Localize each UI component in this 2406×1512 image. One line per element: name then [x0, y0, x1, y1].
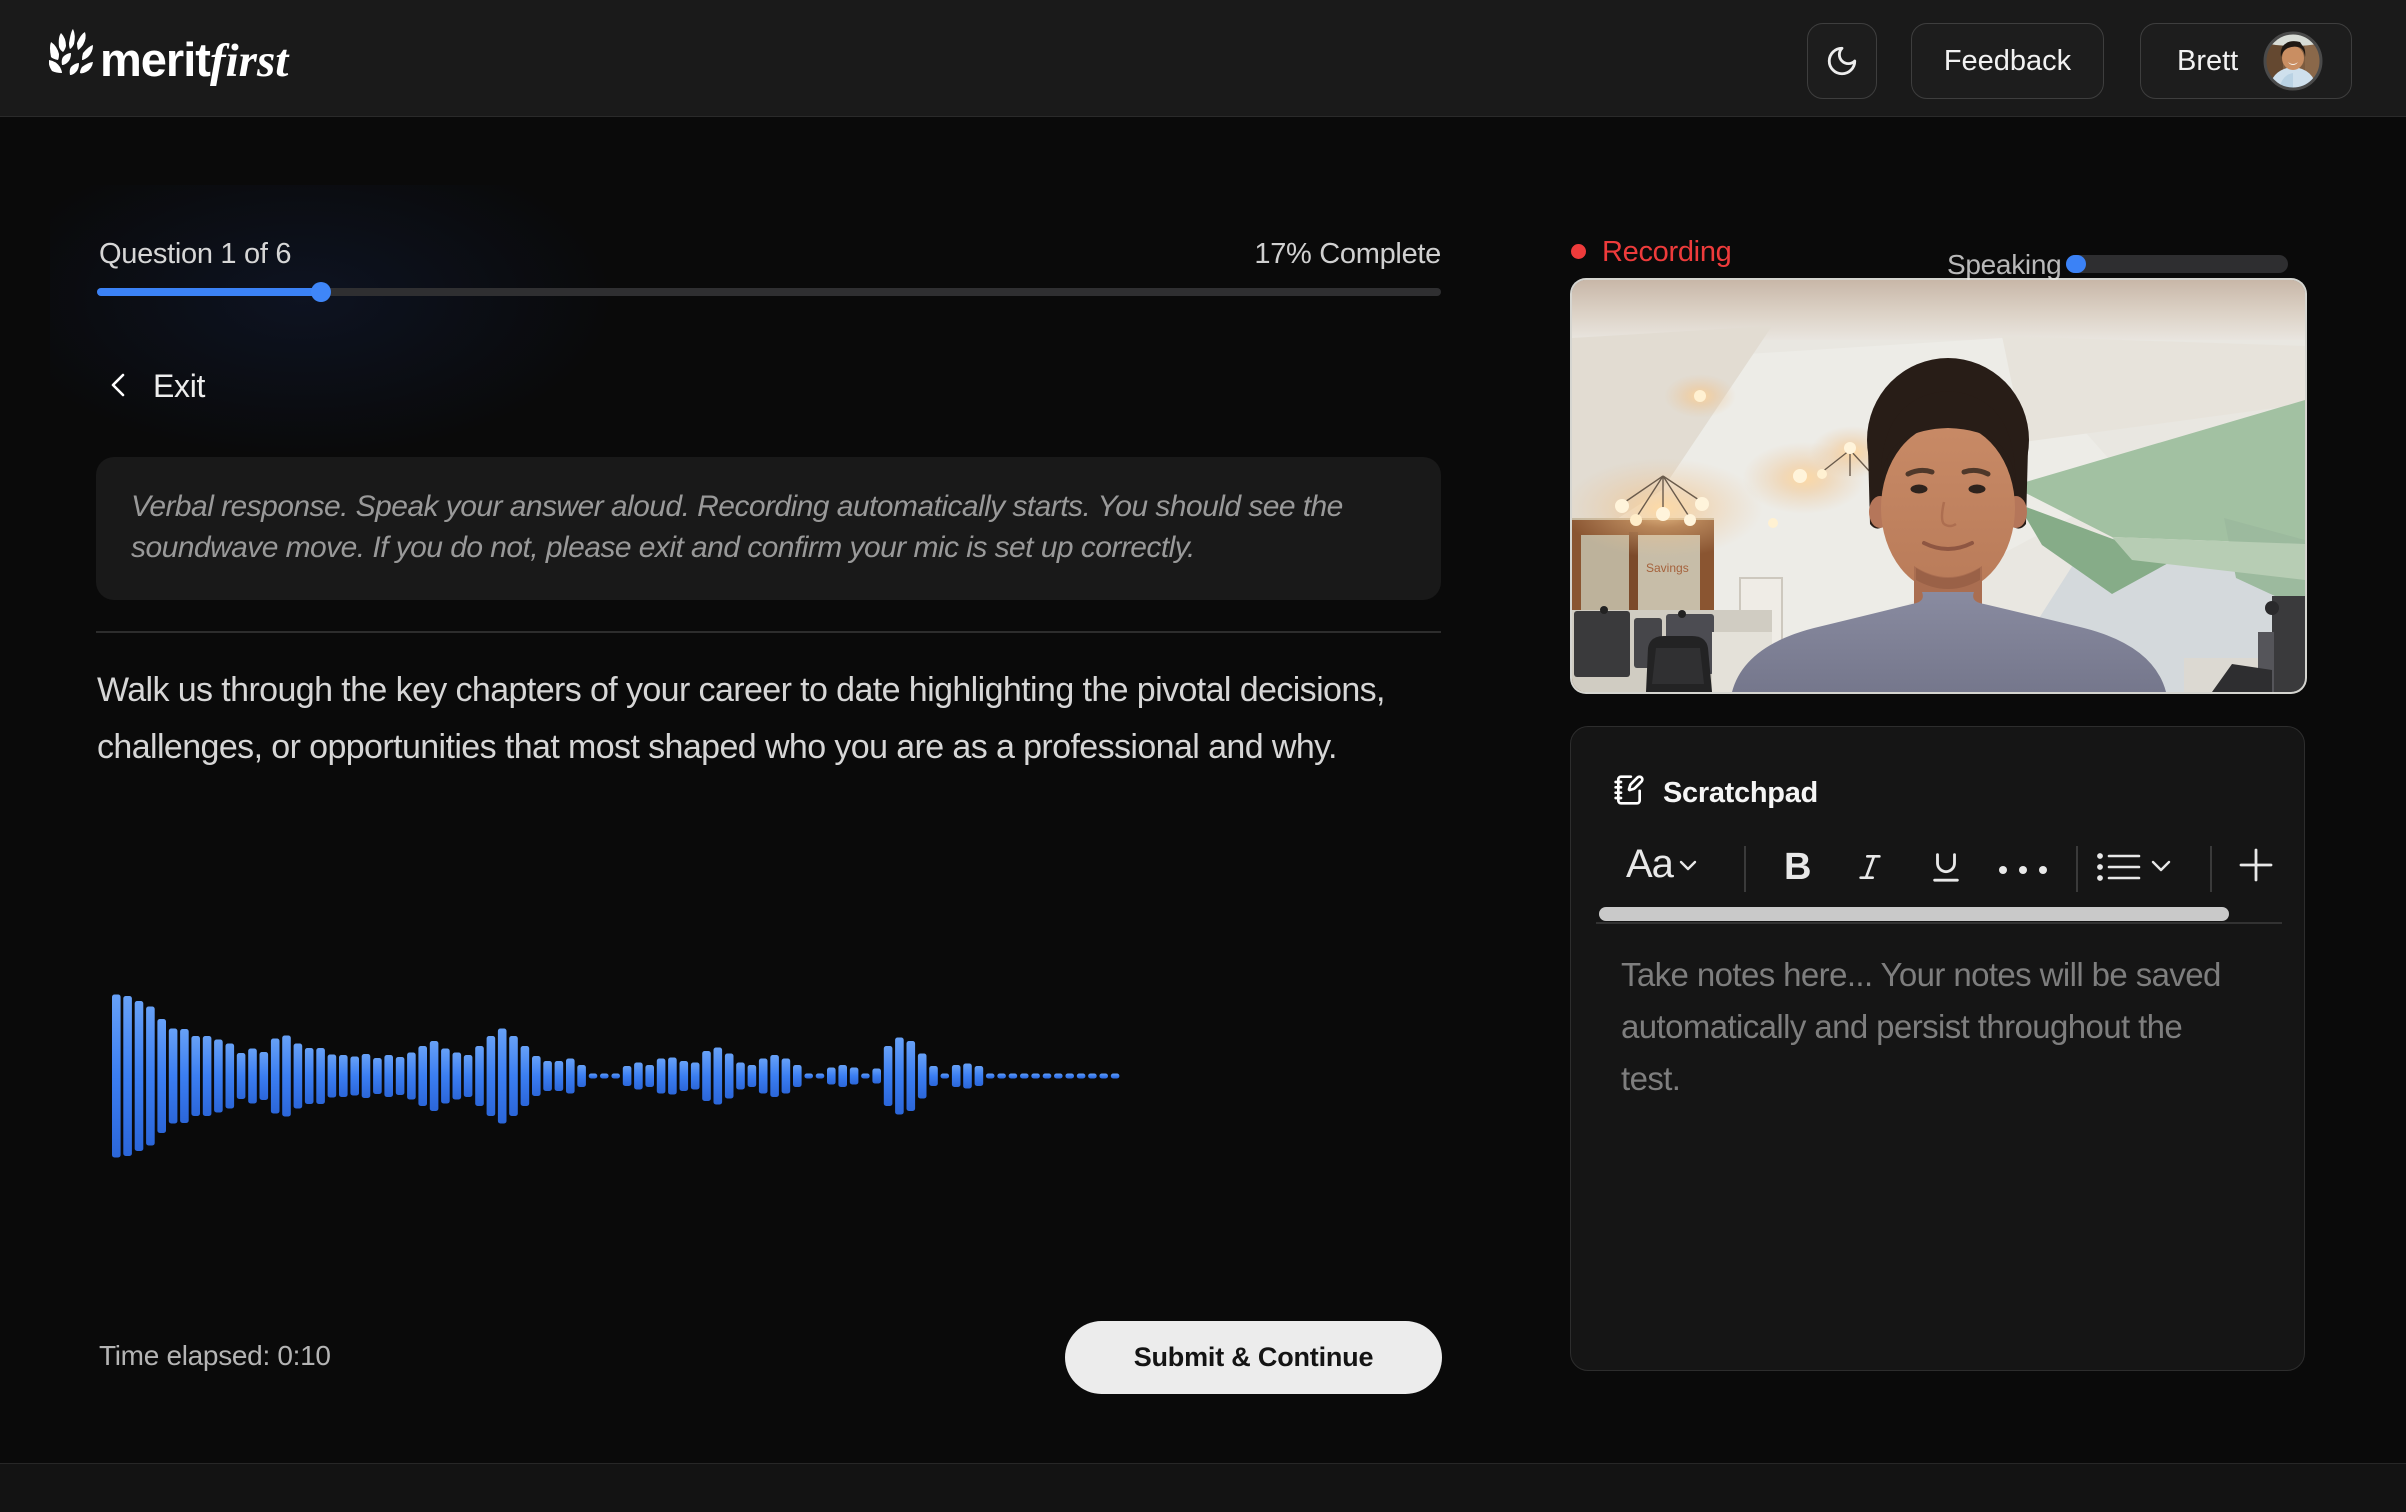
svg-text:Savings: Savings [1646, 561, 1689, 575]
